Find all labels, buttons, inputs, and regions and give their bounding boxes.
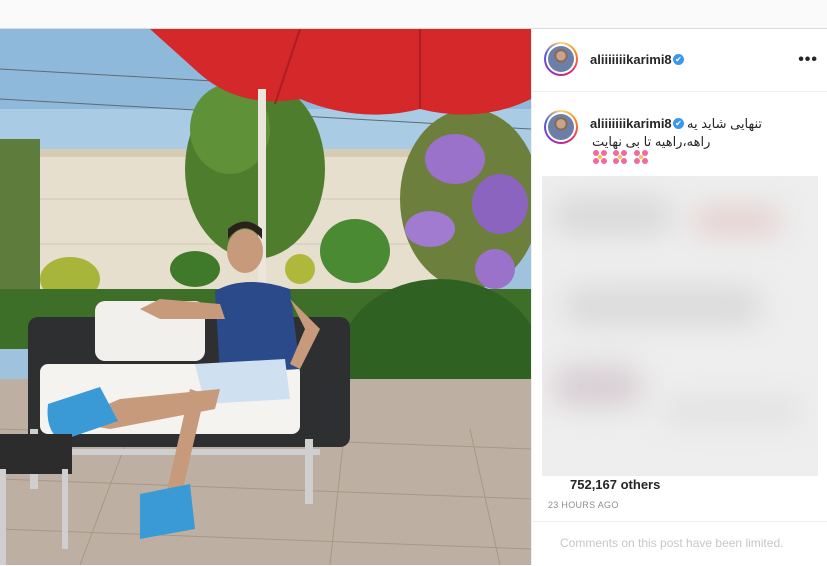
comment-footer: Comments on this post have been limited. <box>532 521 827 566</box>
comments-limited-notice: Comments on this post have been limited. <box>560 536 784 550</box>
more-options-icon[interactable]: ••• <box>798 51 818 69</box>
verified-badge-icon: ✔ <box>673 118 684 129</box>
photo-illustration <box>0 29 531 565</box>
post-sidebar: aliiiiiiikarimi8 ✔ ••• aliiiiiiikarimi8 … <box>531 29 827 565</box>
post-timestamp[interactable]: 23 HOURS AGO <box>548 500 619 510</box>
verified-badge-icon: ✔ <box>673 54 684 65</box>
likes-count[interactable]: 752,167 others <box>570 477 660 492</box>
author-username[interactable]: aliiiiiiikarimi8 <box>590 52 672 67</box>
hibiscus-flower-emoji <box>593 150 607 164</box>
instagram-post: aliiiiiiikarimi8 ✔ ••• aliiiiiiikarimi8 … <box>0 29 827 565</box>
caption-username[interactable]: aliiiiiiikarimi8 <box>590 116 672 131</box>
post-header: aliiiiiiikarimi8 ✔ ••• <box>532 29 827 92</box>
author-avatar[interactable] <box>544 42 578 76</box>
blurred-comments-area <box>542 176 818 476</box>
browser-top-bar <box>0 0 827 29</box>
hibiscus-flower-emoji <box>613 150 628 164</box>
post-photo[interactable] <box>0 29 531 565</box>
caption-avatar[interactable] <box>544 110 578 144</box>
caption-line-1: تنهایی شاید یه <box>687 116 763 131</box>
hibiscus-flower-emoji <box>633 150 648 164</box>
caption-emojis <box>593 150 650 169</box>
caption-line-2: راهه،راهیه تا بی نهایت <box>592 134 711 149</box>
